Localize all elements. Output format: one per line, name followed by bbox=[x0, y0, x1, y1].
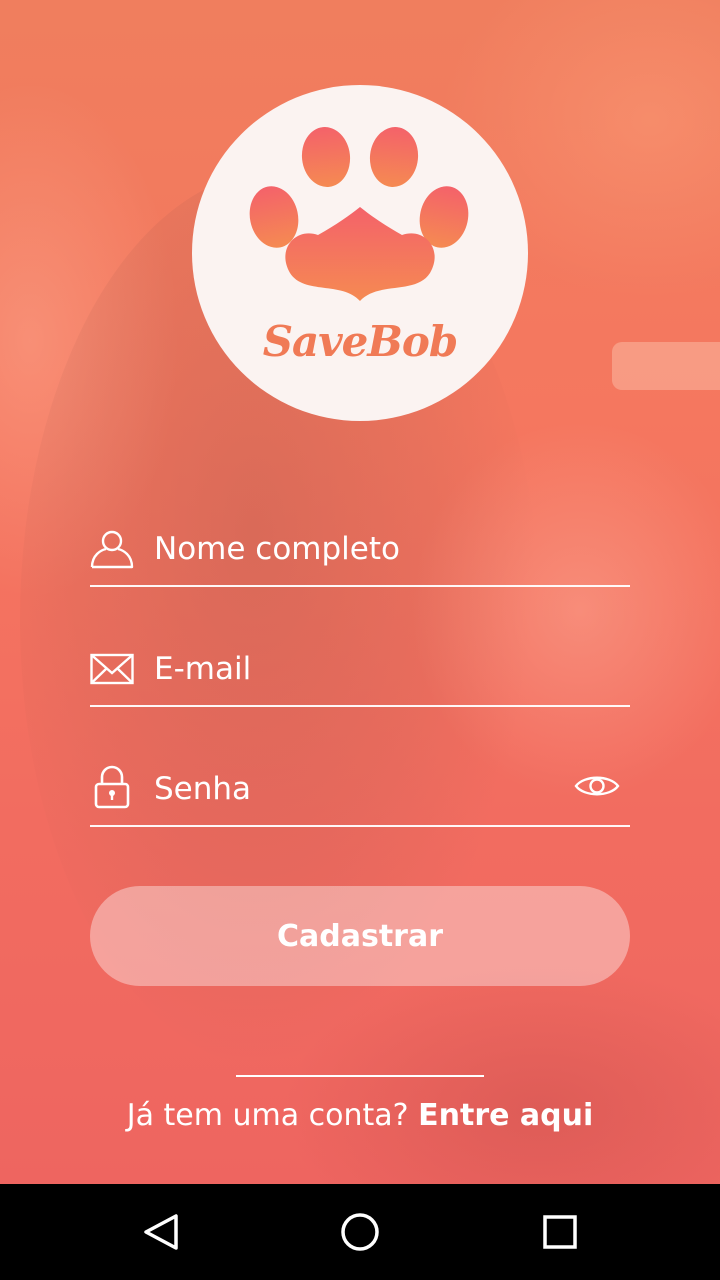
background-hand-photo bbox=[410, 420, 720, 800]
password-input[interactable] bbox=[154, 761, 484, 817]
screen: SaveBob Nome completo E-mail Cadastrar J… bbox=[0, 0, 720, 1280]
signup-button[interactable]: Cadastrar bbox=[90, 886, 630, 986]
name-field bbox=[90, 521, 630, 587]
name-input[interactable] bbox=[154, 521, 554, 577]
system-navigation-bar bbox=[0, 1184, 720, 1280]
background-photo-shadow bbox=[280, 960, 720, 1184]
signup-screen: SaveBob Nome completo E-mail Cadastrar J… bbox=[0, 0, 720, 1184]
brand-name: SaveBob bbox=[262, 317, 459, 366]
background-watch-photo bbox=[612, 342, 720, 390]
email-field bbox=[90, 641, 630, 707]
divider bbox=[236, 1075, 484, 1077]
paw-heart-icon bbox=[249, 127, 469, 301]
eye-icon[interactable] bbox=[574, 771, 620, 801]
user-icon bbox=[90, 530, 134, 569]
signin-prompt: Já tem uma conta? Entre aqui bbox=[0, 1098, 720, 1133]
back-triangle-icon[interactable] bbox=[130, 1202, 190, 1262]
password-field bbox=[90, 761, 630, 827]
app-logo: SaveBob bbox=[192, 85, 528, 421]
envelope-icon bbox=[90, 653, 134, 685]
home-circle-icon[interactable] bbox=[330, 1202, 390, 1262]
signin-link[interactable]: Entre aqui bbox=[418, 1098, 593, 1133]
lock-icon bbox=[94, 765, 130, 809]
signin-prompt-text: Já tem uma conta? bbox=[126, 1098, 409, 1133]
email-input[interactable] bbox=[154, 641, 554, 697]
recents-square-icon[interactable] bbox=[530, 1202, 590, 1262]
